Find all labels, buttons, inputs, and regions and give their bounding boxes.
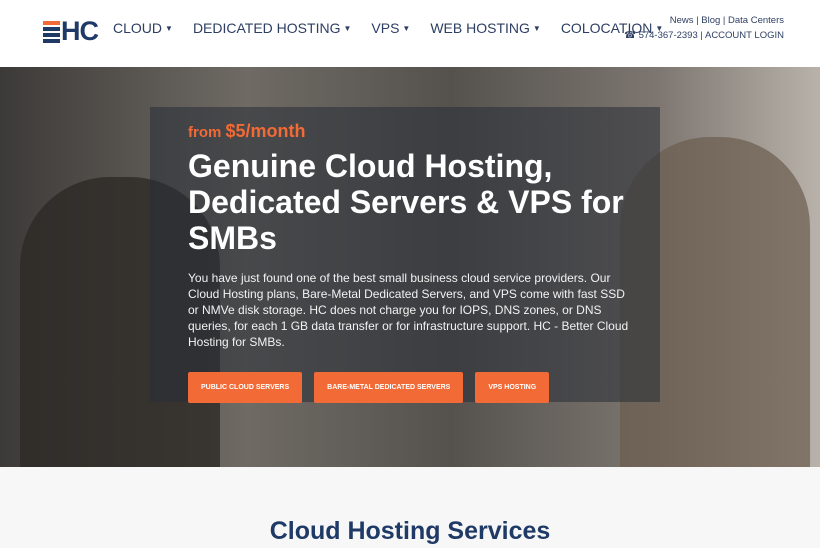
chevron-down-icon: ▼ bbox=[343, 24, 352, 33]
public-cloud-servers-button[interactable]: PUBLIC CLOUD SERVERS bbox=[188, 372, 303, 403]
logo[interactable]: HC bbox=[43, 16, 99, 47]
vps-hosting-button[interactable]: VPS HOSTING bbox=[475, 372, 550, 403]
hero: from $5/month Genuine Cloud Hosting, Ded… bbox=[0, 67, 820, 467]
bare-metal-dedicated-servers-button[interactable]: BARE-METAL DEDICATED SERVERS bbox=[314, 372, 464, 403]
news-link[interactable]: News bbox=[670, 15, 694, 26]
chevron-down-icon: ▼ bbox=[165, 24, 173, 33]
nav-web-hosting[interactable]: WEB HOSTING ▼ bbox=[430, 20, 540, 36]
main-nav: CLOUD ▼ DEDICATED HOSTING ▼ VPS ▼ WEB HOSTI… bbox=[113, 20, 663, 36]
account-login-link[interactable]: ACCOUNT LOGIN bbox=[705, 30, 784, 41]
price-tag: from $5/month bbox=[188, 121, 306, 141]
phone-icon: ☎ bbox=[624, 30, 636, 41]
chevron-down-icon: ▼ bbox=[532, 24, 541, 33]
nav-vps[interactable]: VPS ▼ bbox=[371, 20, 410, 36]
logo-bars-icon bbox=[43, 20, 60, 43]
services-section: Cloud Hosting Services bbox=[0, 467, 820, 548]
hero-description: You have just found one of the best smal… bbox=[188, 271, 629, 349]
chevron-down-icon: ▼ bbox=[402, 24, 411, 33]
blog-link[interactable]: Blog bbox=[701, 15, 720, 26]
hero-title: Genuine Cloud Hosting, Dedicated Servers… bbox=[188, 148, 624, 256]
site-header: HC CLOUD ▼ DEDICATED HOSTING ▼ VPS ▼ WEB HO… bbox=[0, 0, 820, 67]
data-centers-link[interactable]: Data Centers bbox=[728, 15, 784, 26]
phone-link[interactable]: 574-367-2393 bbox=[639, 30, 698, 41]
top-links: News | Blog | Data Centers ☎ 574-367-239… bbox=[624, 15, 784, 41]
section-title: Cloud Hosting Services bbox=[269, 517, 551, 545]
nav-dedicated-hosting[interactable]: DEDICATED HOSTING ▼ bbox=[193, 20, 351, 36]
nav-cloud[interactable]: CLOUD ▼ bbox=[113, 20, 173, 36]
